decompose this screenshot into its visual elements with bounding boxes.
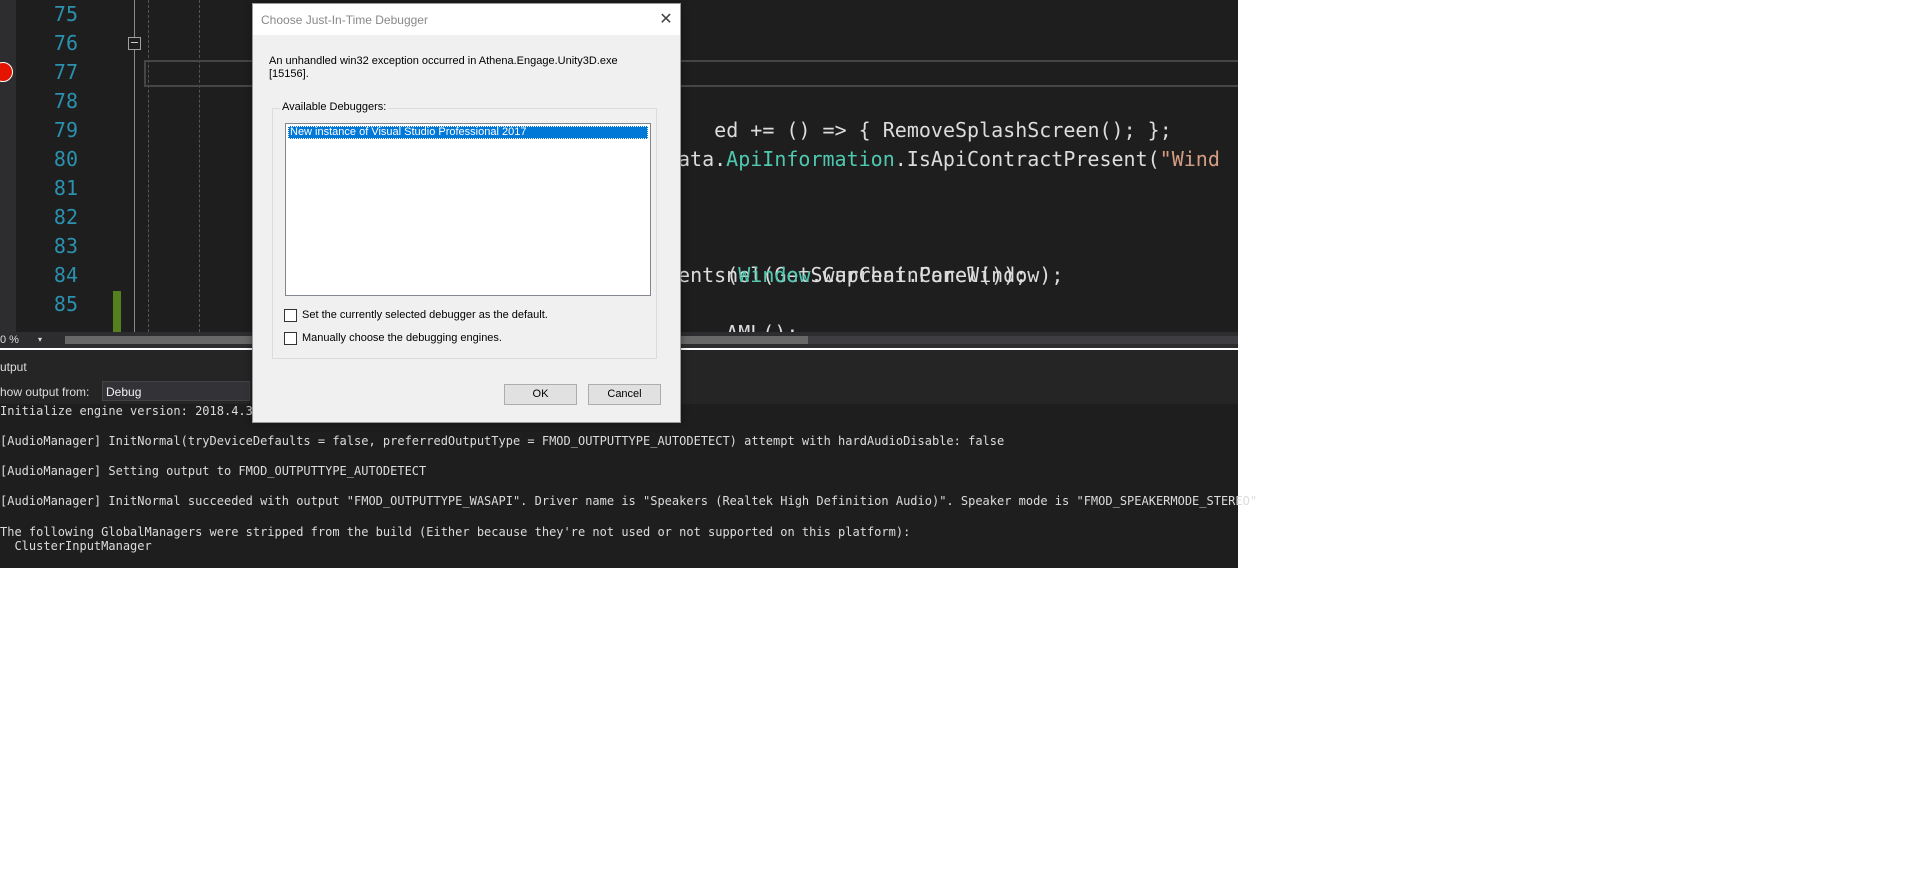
line-number-82: 82 <box>53 205 78 229</box>
code-line-78[interactable]: ed += () => { RemoveSplashScreen(); }; <box>666 87 1172 142</box>
code-text: .IsApiContractPresent( <box>894 147 1160 171</box>
code-string: "Wind <box>1159 147 1220 171</box>
line-number-84: 84 <box>53 263 78 287</box>
zoom-dropdown-icon[interactable]: ▾ <box>38 332 42 348</box>
close-icon[interactable]: ✕ <box>654 7 678 31</box>
dialog-message-line: [15156]. <box>269 68 309 80</box>
line-number-76: 76 <box>53 31 78 55</box>
manual-engines-checkbox[interactable] <box>284 332 297 345</box>
line-number-83: 83 <box>53 234 78 258</box>
manual-engines-checkbox-label[interactable]: Manually choose the debugging engines. <box>302 332 502 344</box>
zoom-level[interactable]: 0 % <box>0 332 19 348</box>
code-text: AML(); <box>726 321 798 332</box>
output-line: [AudioManager] Setting output to FMOD_OU… <box>0 464 427 478</box>
code-type: Window <box>738 263 811 287</box>
collapse-icon[interactable]: − <box>128 37 141 50</box>
output-line: ClusterInputManager <box>0 539 152 553</box>
indent-guide <box>148 0 149 332</box>
line-number-81: 81 <box>53 176 78 200</box>
change-indicator-bar <box>113 291 121 332</box>
code-line-85[interactable]: AML(); <box>678 290 798 332</box>
output-line: Initialize engine version: 2018.4.3 <box>0 404 253 418</box>
output-line: [AudioManager] InitNormal(tryDeviceDefau… <box>0 434 1005 448</box>
code-type: ApiInformation <box>726 147 895 171</box>
ok-button[interactable]: OK <box>504 384 577 405</box>
output-line: [AudioManager] InitNormal succeeded with… <box>0 494 1258 508</box>
set-default-checkbox[interactable] <box>284 309 297 322</box>
line-number-75: 75 <box>53 2 78 26</box>
output-source-value: Debug <box>106 385 142 399</box>
line-number-78: 78 <box>53 89 78 113</box>
code-text: ata. <box>678 147 727 171</box>
code-text: ed += () => { RemoveSplashScreen(); }; <box>714 118 1172 142</box>
indent-guide <box>199 0 200 332</box>
line-number-79: 79 <box>53 118 78 142</box>
line-number-85: 85 <box>53 292 78 316</box>
code-line-84[interactable]: vents(Window.Current.CoreWindow); <box>666 261 1063 290</box>
jit-debugger-dialog: Choose Just-In-Time Debugger ✕ An unhand… <box>252 3 681 423</box>
code-line-83[interactable]: nel(GetSwapChainPanel()); <box>678 232 1027 287</box>
line-number-80: 80 <box>53 147 78 171</box>
output-panel-title: utput <box>0 360 27 374</box>
show-output-from-label: how output from: <box>0 385 90 399</box>
cancel-button[interactable]: Cancel <box>588 384 661 405</box>
line-number-77: 77 <box>53 60 78 84</box>
debugger-list-item[interactable]: New instance of Visual Studio Profession… <box>288 126 648 139</box>
dialog-message-line: An unhandled win32 exception occurred in… <box>269 55 618 67</box>
code-text: .Current.CoreWindow); <box>810 263 1064 287</box>
available-debuggers-label: Available Debuggers: <box>280 101 389 113</box>
set-default-checkbox-label[interactable]: Set the currently selected debugger as t… <box>302 309 548 321</box>
output-line: The following GlobalManagers were stripp… <box>0 525 911 539</box>
dialog-message: An unhandled win32 exception occurred in… <box>269 55 659 81</box>
dialog-title: Choose Just-In-Time Debugger <box>261 13 428 27</box>
editor-left-strip <box>0 0 16 332</box>
debuggers-listbox[interactable]: New instance of Visual Studio Profession… <box>285 123 651 296</box>
output-text-area[interactable]: Initialize engine version: 2018.4.3 [Aud… <box>0 404 1257 568</box>
code-line-80[interactable]: ata.ApiInformation.IsApiContractPresent(… <box>678 145 1220 174</box>
